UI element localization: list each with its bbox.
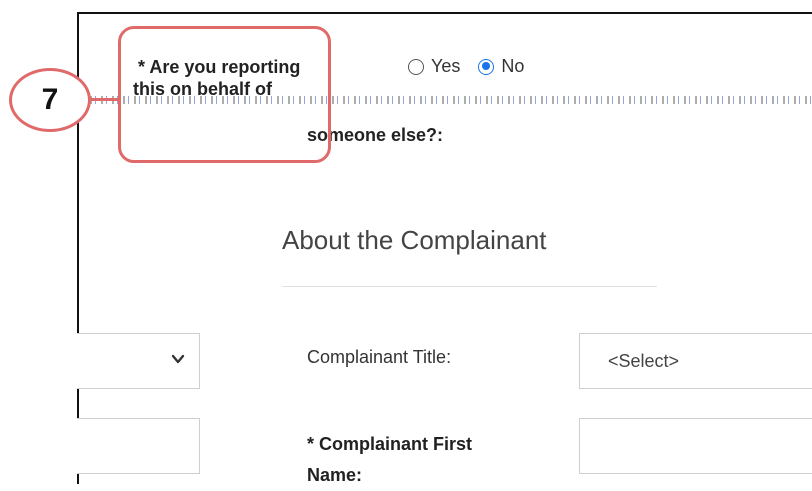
complainant-title-select[interactable]: <Select> [579, 333, 812, 389]
reporting-on-behalf-radio-group: Yes No [408, 56, 542, 77]
complainant-first-name-label-line1: * Complainant First [307, 434, 473, 454]
section-title: About the Complainant [282, 225, 547, 255]
radio-yes[interactable] [408, 58, 424, 75]
radio-no-label[interactable]: No [501, 56, 524, 77]
callout-highlight-box [118, 26, 331, 163]
callout-connector [91, 98, 119, 101]
section-divider [282, 286, 657, 287]
radio-no[interactable] [478, 58, 495, 75]
step-badge: 7 [9, 68, 91, 132]
left-select-field[interactable] [77, 333, 200, 389]
chevron-down-icon [171, 354, 185, 364]
left-text-field[interactable] [77, 418, 200, 474]
complainant-first-name-input[interactable] [579, 418, 812, 474]
radio-yes-label[interactable]: Yes [431, 56, 460, 77]
complainant-first-name-label-line2: Name: [307, 465, 363, 485]
complainant-title-label: Complainant Title: [307, 347, 452, 367]
